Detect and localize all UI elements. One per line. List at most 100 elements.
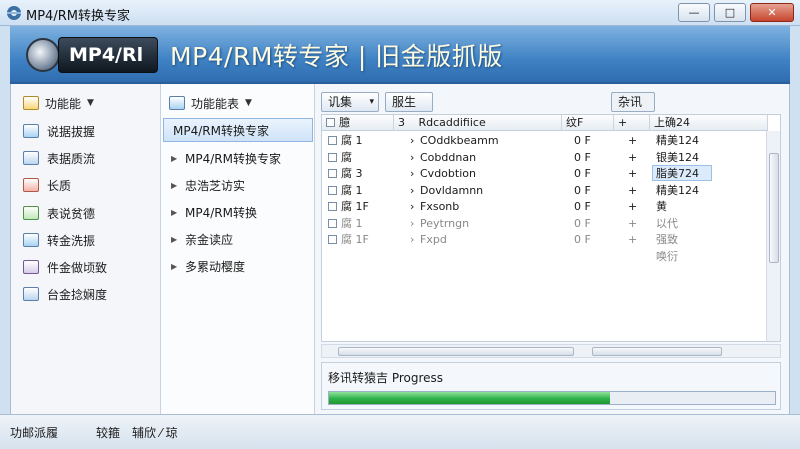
row-checkbox[interactable] bbox=[328, 185, 337, 195]
sidebar-item-3[interactable]: 长质 bbox=[23, 176, 71, 194]
table-cell: + bbox=[628, 133, 637, 149]
sidebar-item-7[interactable]: 台金捻娴度 bbox=[23, 285, 107, 303]
row-checkbox[interactable] bbox=[328, 136, 337, 145]
status-bar: 功邮派履 较箍 辅欣 ⁄ 琼 bbox=[0, 414, 800, 449]
column-label: 3 bbox=[398, 116, 405, 129]
sidebar-item-2[interactable]: 表据质流 bbox=[23, 149, 95, 167]
sidebar-item-6[interactable]: 件金做顷致 bbox=[23, 258, 107, 276]
status-item-2[interactable]: 较箍 bbox=[96, 424, 120, 441]
column-header-1[interactable]: 臆 bbox=[322, 115, 394, 131]
nav-item-5[interactable]: ▶ 亲金读应 bbox=[163, 227, 313, 251]
row-checkbox[interactable] bbox=[328, 235, 337, 244]
expand-arrow-icon[interactable]: ▶ bbox=[171, 208, 179, 217]
column-header-3[interactable]: 纹F bbox=[562, 115, 614, 131]
table-cell: + bbox=[628, 150, 637, 166]
table-cell: 以代 bbox=[656, 216, 678, 232]
cell-text: 脂美724 bbox=[656, 167, 699, 180]
table-cell: COddkbeamm bbox=[420, 133, 499, 149]
nav-item-label: MP4/RM转换专家 bbox=[173, 123, 269, 138]
table-cell: + bbox=[628, 216, 637, 232]
nav-item-1[interactable]: MP4/RM转换专家 bbox=[163, 118, 313, 142]
column-header-4[interactable]: + bbox=[614, 115, 650, 131]
chevron-down-icon: ▾ bbox=[369, 97, 374, 107]
expand-arrow-icon[interactable]: ▶ bbox=[171, 262, 179, 271]
horizontal-scrollbar[interactable] bbox=[321, 344, 781, 358]
table-cell: Peytrngn bbox=[420, 216, 469, 232]
cell-text: Cvdobtion bbox=[420, 167, 476, 180]
nav-item-6[interactable]: ▶ 多累动樱度 bbox=[163, 254, 313, 278]
sidebar-item-4[interactable]: 表说贫德 bbox=[23, 204, 95, 222]
table-cell: 银美124 bbox=[656, 150, 699, 166]
toolbar-button-2[interactable]: 服生 bbox=[385, 92, 433, 112]
table-cell: › bbox=[410, 232, 414, 248]
cell-text: 0 F bbox=[574, 216, 591, 230]
table-cell: + bbox=[628, 199, 637, 215]
toolbar-button-3[interactable]: 杂讯 bbox=[611, 92, 655, 112]
close-button[interactable]: ✕ bbox=[750, 3, 794, 22]
filter-label: 讥集 bbox=[328, 95, 353, 109]
select-all-checkbox[interactable] bbox=[326, 118, 335, 127]
cell-text: + bbox=[628, 200, 638, 213]
row-checkbox[interactable] bbox=[328, 202, 337, 211]
table-cell: 精美124 bbox=[656, 183, 699, 199]
banner-headline: MP4/RM转专家 | 旧金版抓版 bbox=[170, 42, 503, 71]
nav-item-label: MP4/RM转换 bbox=[185, 205, 257, 220]
sidebar-header[interactable]: 功能能 ▼ bbox=[23, 94, 94, 112]
scroll-thumb[interactable] bbox=[592, 347, 722, 356]
row-checkbox[interactable] bbox=[328, 169, 337, 178]
nav-item-3[interactable]: ▶ 忠浩芝访实 bbox=[163, 173, 313, 197]
table-cell: 0 F bbox=[574, 133, 591, 149]
cell-text: 腐 1F bbox=[341, 200, 369, 213]
minimize-button[interactable]: — bbox=[678, 3, 710, 22]
table-cell: + bbox=[628, 232, 637, 248]
progress-fill bbox=[329, 392, 610, 404]
cell-text: 腐 1 bbox=[341, 183, 363, 197]
table-cell: 唤衍 bbox=[656, 249, 678, 265]
chart-icon bbox=[23, 178, 39, 192]
cell-text: Cobddnan bbox=[420, 150, 477, 164]
expand-arrow-icon[interactable]: ▶ bbox=[171, 181, 179, 190]
cell-text: COddkbeamm bbox=[420, 134, 499, 147]
table-cell: 腐 3 bbox=[328, 166, 363, 182]
cell-text: › bbox=[410, 167, 415, 180]
column-header-2[interactable]: 3 Rdcaddifiice bbox=[394, 115, 562, 131]
table-cell: + bbox=[628, 183, 637, 199]
cell-text: 0 F bbox=[574, 134, 591, 147]
column-header-5[interactable]: 上确24 bbox=[650, 115, 768, 131]
sidebar-item-1[interactable]: 说据拔握 bbox=[23, 122, 95, 140]
sidebar-item-label: 表说贫德 bbox=[47, 206, 96, 221]
cell-text: 0 F bbox=[574, 167, 591, 180]
status-item-1[interactable]: 功邮派履 bbox=[10, 424, 58, 441]
nav-header[interactable]: 功能能表 ▼ bbox=[169, 94, 252, 112]
nav-item-4[interactable]: ▶ MP4/RM转换 bbox=[163, 200, 313, 224]
table-cell: Fxpd bbox=[420, 232, 447, 248]
file-table: 臆 3 Rdcaddifiice 纹F + 上确24 腐 1 › COddkbeam… bbox=[321, 114, 781, 342]
row-checkbox[interactable] bbox=[328, 218, 337, 228]
nav-panel: 功能能表 ▼ MP4/RM转换专家 ▶ MP4/RM转换专家 ▶ 忠浩芝访实 ▶… bbox=[161, 84, 315, 414]
nav-item-label: 忠浩芝访实 bbox=[185, 178, 246, 193]
status-item-3[interactable]: 辅欣 ⁄ 琼 bbox=[132, 424, 178, 441]
vertical-scrollbar[interactable] bbox=[766, 131, 780, 341]
nav-item-2[interactable]: ▶ MP4/RM转换专家 bbox=[163, 146, 313, 170]
sidebar-item-label: 转金洗振 bbox=[47, 233, 96, 248]
sidebar-item-5[interactable]: 转金洗振 bbox=[23, 231, 95, 249]
row-checkbox[interactable] bbox=[328, 152, 337, 162]
nav-header-label: 功能能表 bbox=[191, 96, 240, 111]
cell-text: › bbox=[410, 150, 415, 164]
maximize-button[interactable]: □ bbox=[714, 3, 746, 22]
column-label: 臆 bbox=[339, 116, 350, 129]
window-controls: — □ ✕ bbox=[678, 3, 794, 22]
expand-arrow-icon[interactable]: ▶ bbox=[171, 154, 179, 163]
chevron-down-icon: ▼ bbox=[87, 98, 94, 108]
filter-dropdown[interactable]: 讥集 ▾ bbox=[321, 92, 379, 112]
table-cell: › bbox=[410, 150, 414, 166]
settings-icon bbox=[23, 287, 39, 301]
functions-icon bbox=[23, 96, 39, 110]
table-cell: 腐 1 bbox=[328, 133, 363, 149]
expand-arrow-icon[interactable]: ▶ bbox=[171, 235, 179, 244]
sidebar: 功能能 ▼ 说据拔握 表据质流 长质 表说贫德 转金洗振 件金做顷致 台金捻娴度 bbox=[11, 84, 161, 414]
scroll-thumb[interactable] bbox=[338, 347, 574, 356]
scroll-thumb[interactable] bbox=[769, 153, 779, 263]
main-panel: 功能能 ▼ 说据拔握 表据质流 长质 表说贫德 转金洗振 件金做顷致 台金捻娴度… bbox=[10, 84, 790, 414]
cell-text: 唤衍 bbox=[656, 249, 678, 263]
